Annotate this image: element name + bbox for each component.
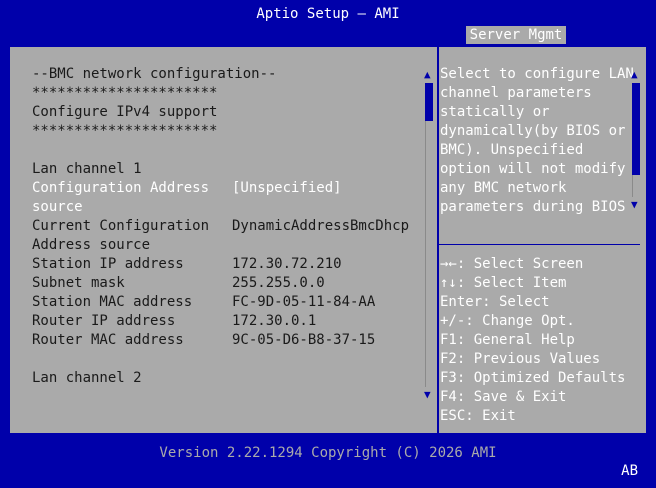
help-separator <box>439 244 640 245</box>
station-mac-value: FC-9D-05-11-84-AA <box>232 294 376 310</box>
config-address-source-label-cont[interactable]: source <box>32 198 83 217</box>
scrollbar-track[interactable] <box>425 121 434 387</box>
input-mode-indicator: AB <box>621 463 638 479</box>
subnet-mask-label: Subnet mask <box>32 275 125 291</box>
scroll-down-icon[interactable]: ▼ <box>424 389 431 401</box>
help-line: BMC). Unspecified <box>440 142 584 158</box>
separator-line: ********************** <box>32 123 218 139</box>
key-f4: F4: Save & Exit <box>440 389 567 405</box>
tab-server-mgmt[interactable]: Server Mgmt <box>466 26 566 44</box>
separator-line: ********************** <box>32 85 218 101</box>
help-scrollbar-thumb[interactable] <box>632 83 640 175</box>
main-panel: --BMC network configuration-- **********… <box>8 45 648 435</box>
panel-divider <box>437 47 439 433</box>
help-scroll-down-icon[interactable]: ▼ <box>631 199 638 211</box>
help-scroll-up-icon[interactable]: ▲ <box>631 69 638 81</box>
help-scrollbar-track[interactable] <box>632 175 641 197</box>
key-select-screen: →←: Select Screen <box>440 256 584 272</box>
help-line: channel parameters <box>440 85 592 101</box>
key-f3: F3: Optimized Defaults <box>440 370 626 386</box>
lan-channel-2-label: Lan channel 2 <box>32 370 142 386</box>
current-config-label-cont: Address source <box>32 237 151 253</box>
title-bar: Aptio Setup – AMI <box>0 0 656 26</box>
key-enter: Enter: Select <box>440 294 550 310</box>
help-line: option will not modify <box>440 161 626 177</box>
key-select-item: ↑↓: Select Item <box>440 275 567 291</box>
station-mac-label: Station MAC address <box>32 294 193 310</box>
current-config-value: DynamicAddressBmcDhcp <box>232 218 410 234</box>
current-config-label: Current Configuration <box>32 218 210 234</box>
config-address-source-label[interactable]: Configuration Address <box>32 179 209 198</box>
station-ip-label: Station IP address <box>32 256 184 272</box>
router-mac-value: 9C-05-D6-B8-37-15 <box>232 332 376 348</box>
router-ip-value: 172.30.0.1 <box>232 313 317 329</box>
footer: Version 2.22.1294 Copyright (C) 2026 AMI… <box>0 437 656 488</box>
subnet-mask-value: 255.255.0.0 <box>232 275 325 291</box>
section-heading: --BMC network configuration-- <box>32 66 277 82</box>
scroll-up-icon[interactable]: ▲ <box>424 69 431 81</box>
help-line: any BMC network <box>440 180 567 196</box>
help-line: dynamically(by BIOS or <box>440 123 626 139</box>
scrollbar-thumb[interactable] <box>425 83 433 121</box>
key-esc: ESC: Exit <box>440 408 516 424</box>
key-f2: F2: Previous Values <box>440 351 601 367</box>
version-text: Version 2.22.1294 Copyright (C) 2026 AMI <box>159 445 497 461</box>
help-line: Select to configure LAN <box>440 66 634 82</box>
config-address-source-value[interactable]: [Unspecified] <box>232 179 342 198</box>
station-ip-value: 172.30.72.210 <box>232 256 342 272</box>
lan-channel-1-label: Lan channel 1 <box>32 161 142 177</box>
key-f1: F1: General Help <box>440 332 575 348</box>
router-mac-label: Router MAC address <box>32 332 184 348</box>
help-line: statically or <box>440 104 550 120</box>
key-change-opt: +/-: Change Opt. <box>440 313 575 329</box>
ipv4-heading: Configure IPv4 support <box>32 104 218 120</box>
help-line: parameters during BIOS <box>440 199 626 215</box>
window-title: Aptio Setup – AMI <box>256 6 400 22</box>
router-ip-label: Router IP address <box>32 313 176 329</box>
